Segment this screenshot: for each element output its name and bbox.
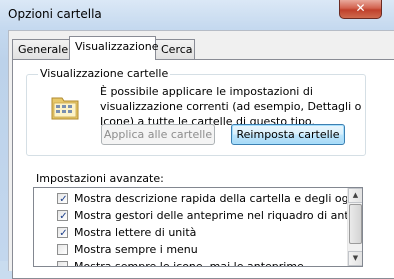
check-icon: ✓: [59, 211, 68, 222]
close-button[interactable]: ✕: [339, 0, 382, 19]
apply-to-folders-button[interactable]: Applica alle cartelle: [101, 124, 215, 145]
list-item-label: Mostra lettere di unità: [74, 226, 197, 239]
title-bar[interactable]: Opzioni cartella ✕: [0, 0, 394, 30]
advanced-settings-label: Impostazioni avanzate:: [36, 172, 164, 185]
checkbox[interactable]: ✓: [57, 193, 68, 205]
list-item-label: Mostra sempre le icone, mai le anteprime: [74, 260, 304, 267]
tab-label: Visualizzazione: [75, 40, 159, 53]
vertical-scrollbar[interactable]: ▲ ▼: [347, 188, 362, 266]
checkbox[interactable]: ✓: [57, 227, 68, 239]
checkbox[interactable]: [57, 261, 68, 266]
folder-view-icon: [50, 92, 80, 122]
list-item[interactable]: ✓ Mostra descrizione rapida della cartel…: [34, 190, 347, 207]
close-icon: ✕: [355, 1, 366, 15]
scroll-up-icon[interactable]: ▲: [348, 188, 362, 203]
tab-visualizzazione[interactable]: Visualizzazione: [69, 36, 159, 60]
group-legend: Visualizzazione cartelle: [38, 67, 171, 80]
advanced-settings-list[interactable]: ✓ Mostra descrizione rapida della cartel…: [33, 187, 363, 267]
folder-options-window: Opzioni cartella ✕ Generale Visualizzazi…: [0, 0, 394, 279]
checkbox[interactable]: ✓: [57, 210, 68, 222]
tab-cerca[interactable]: Cerca: [155, 39, 195, 59]
checkbox[interactable]: [57, 244, 68, 255]
list-item-label: Mostra descrizione rapida della cartella…: [74, 192, 347, 205]
list-item-label: Mostra gestori delle anteprime nel riqua…: [74, 209, 347, 222]
window-title: Opzioni cartella: [8, 7, 102, 21]
check-icon: ✓: [59, 228, 68, 239]
tab-label: Cerca: [161, 43, 193, 56]
list-item[interactable]: ✓ Mostra gestori delle anteprime nel riq…: [34, 207, 347, 224]
list-item[interactable]: Mostra sempre i menu: [34, 241, 347, 258]
list-item[interactable]: ✓ Mostra lettere di unità: [34, 224, 347, 241]
scroll-down-icon[interactable]: ▼: [348, 251, 362, 266]
tab-label: Generale: [18, 43, 69, 56]
folder-views-description: È possibile applicare le impostazioni di…: [100, 85, 362, 128]
check-icon: ✓: [59, 194, 68, 205]
tab-generale[interactable]: Generale: [12, 39, 70, 59]
reset-folders-button[interactable]: Reimposta cartelle: [231, 124, 345, 145]
list-item-label: Mostra sempre i menu: [74, 243, 198, 256]
list-item[interactable]: Mostra sempre le icone, mai le anteprime: [34, 258, 347, 267]
scroll-thumb[interactable]: [349, 204, 362, 244]
